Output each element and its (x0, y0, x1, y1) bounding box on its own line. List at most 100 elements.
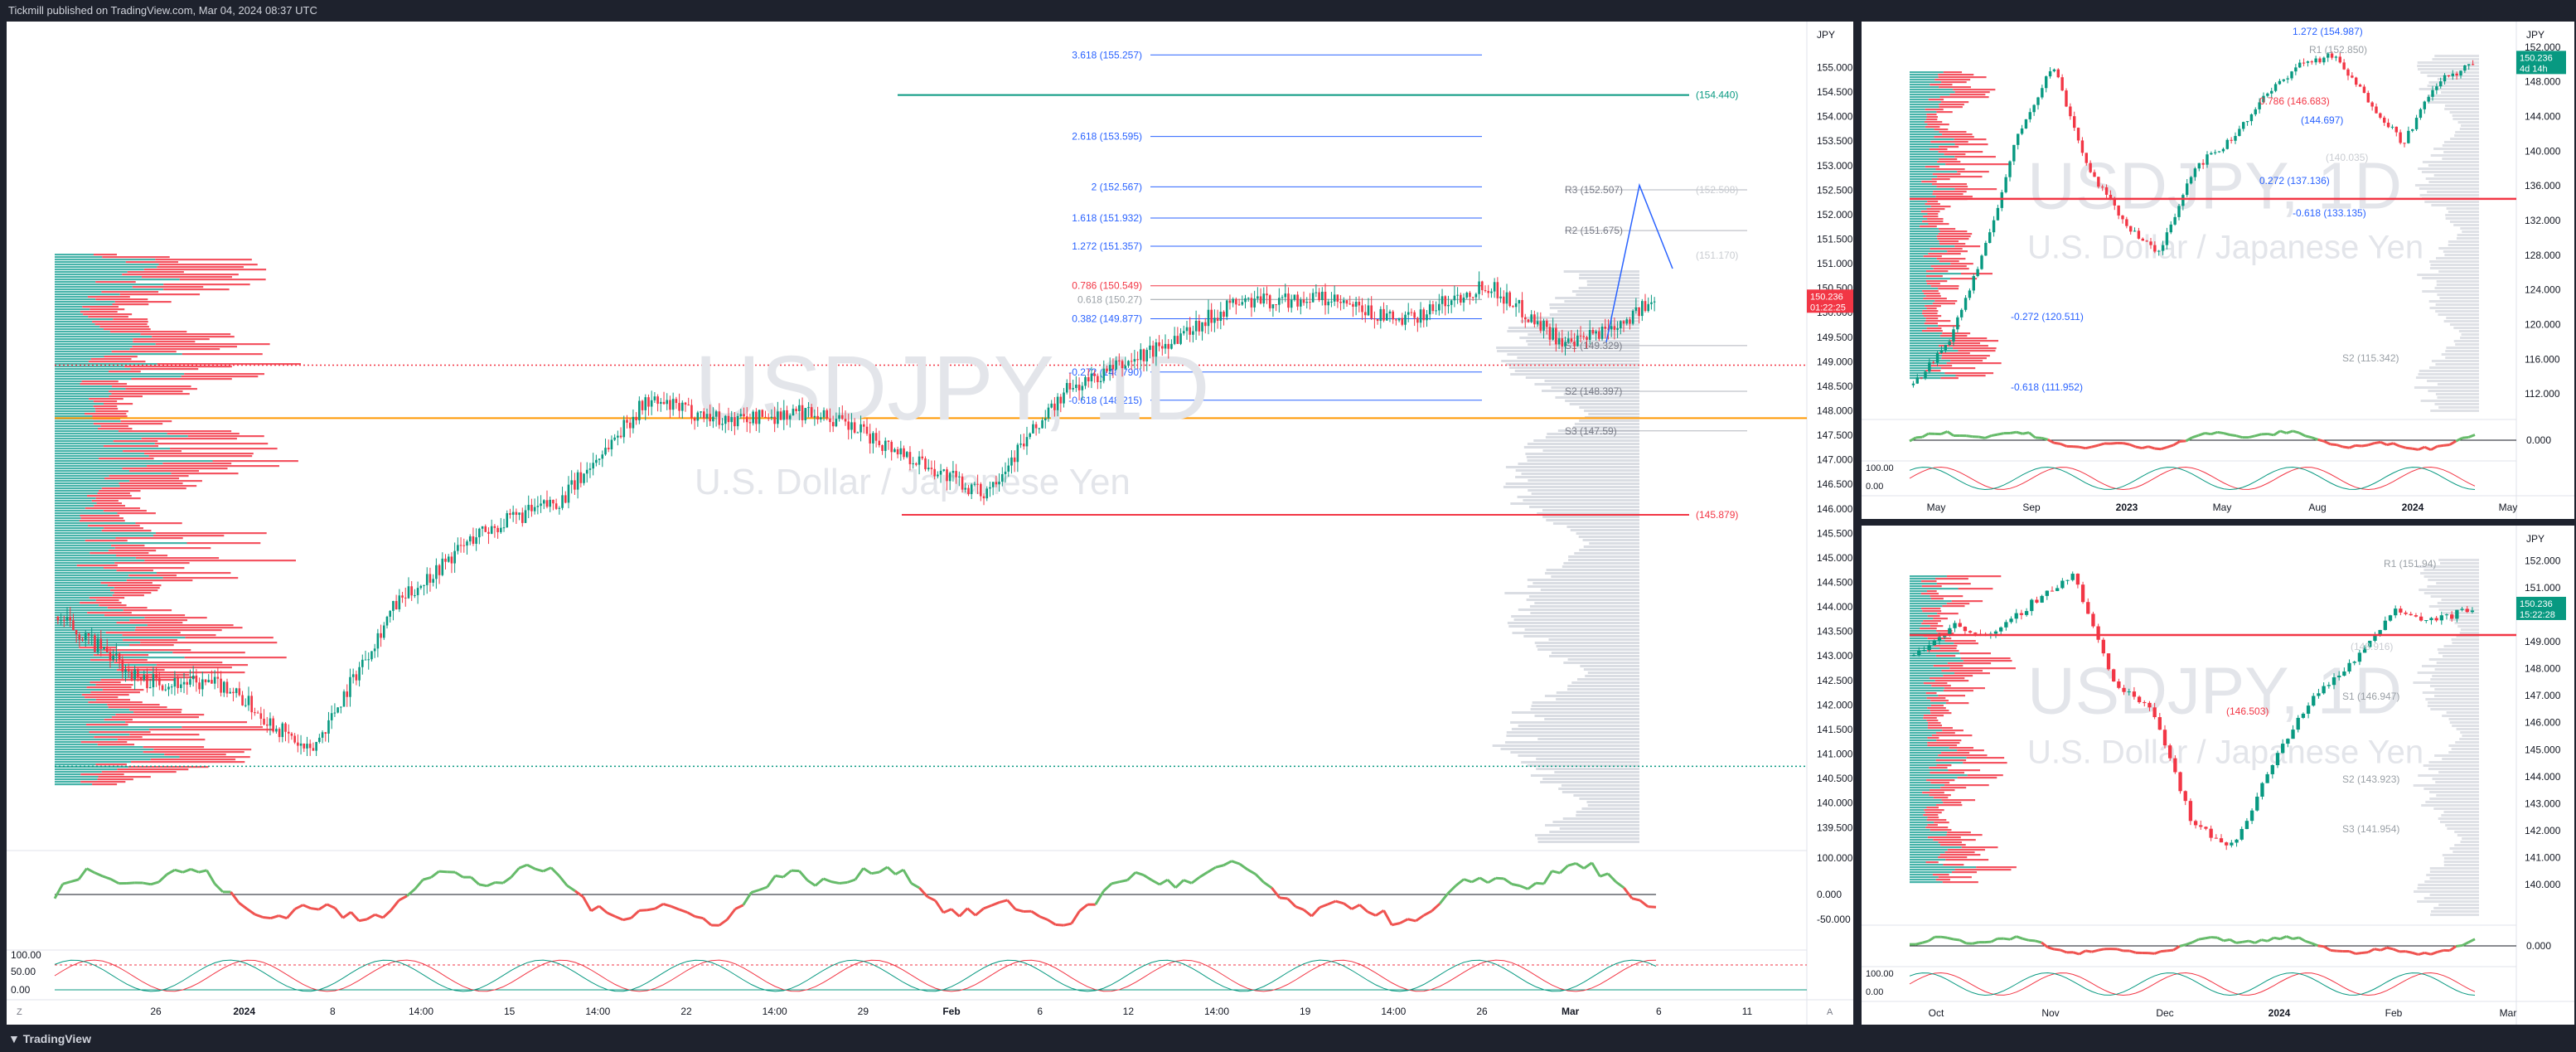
daily-vp-bar (1910, 677, 1930, 680)
daily-right-vp-bar (2425, 801, 2479, 803)
weekly-x-tick: May (2499, 502, 2518, 513)
main-right-vp-bar (1533, 439, 1639, 442)
weekly-vp-bar (1941, 357, 1987, 360)
main-right-vp-bar (1537, 648, 1639, 651)
main-osc-seg (262, 915, 271, 920)
daily-chart-panel[interactable]: JPY152.000151.000150.000149.000148.00014… (1862, 526, 2574, 1025)
daily-vp-bar (1930, 705, 1944, 707)
main-candle (346, 691, 349, 697)
main-vp-bar (144, 560, 296, 562)
weekly-candle (2435, 86, 2438, 90)
daily-right-vp-bar (2459, 632, 2479, 634)
weekly-candle (2414, 118, 2419, 129)
weekly-vp-bar (1950, 360, 1983, 362)
main-right-vp-bar (1540, 589, 1639, 591)
daily-right-vp-bar (2460, 731, 2479, 734)
main-vp-bar (96, 502, 122, 505)
daily-chart-svg[interactable]: JPY152.000151.000150.000149.000148.00014… (1862, 526, 2574, 1025)
daily-vp-bar (1947, 849, 1986, 851)
main-osc-seg (894, 868, 904, 875)
weekly-vp-bar (1910, 206, 1931, 208)
main-right-vp-bar (1512, 632, 1639, 634)
weekly-candle (2036, 97, 2040, 105)
main-vp-bar (55, 512, 118, 515)
main-vp-bar (104, 719, 133, 721)
weekly-chart-svg[interactable]: JPY152.000148.000144.000140.000136.00013… (1862, 22, 2574, 519)
main-right-vp-bar (1579, 274, 1639, 276)
main-candle (1431, 304, 1435, 312)
main-vp-bar (103, 328, 151, 331)
daily-right-vp-bar (2443, 811, 2479, 813)
daily-vp-bar (1923, 715, 1944, 717)
weekly-right-vp-bar (2442, 158, 2479, 160)
weekly-right-vp-bar (2430, 154, 2479, 157)
weekly-osc-seg (2423, 445, 2432, 451)
main-vp-bar (55, 385, 113, 388)
daily-right-vp-bar (2429, 877, 2479, 880)
daily-vp-bar (1910, 672, 1955, 675)
main-vp-bar (55, 567, 104, 570)
weekly-candle (2020, 128, 2024, 134)
main-chart-svg[interactable]: JPY155.000154.500154.000153.500153.00015… (7, 22, 1853, 1025)
main-right-vp-bar (1589, 542, 1639, 545)
main-candle (874, 433, 878, 441)
main-vp-bar (55, 607, 108, 609)
main-candle (158, 678, 161, 686)
main-vp-bar (182, 726, 264, 729)
daily-right-vp-bar (2446, 711, 2479, 714)
daily-vp-bar (1910, 844, 1941, 846)
main-chart-panel[interactable]: JPY 155.000 154.500 154.000 153.500 153.000 15… (7, 22, 1853, 1025)
main-osc-seg (1463, 878, 1473, 884)
weekly-candle (2379, 113, 2382, 118)
weekly-osc-seg (2323, 439, 2331, 446)
weekly-right-vp-bar (2427, 85, 2479, 87)
main-vp-bar (102, 689, 144, 691)
daily-vp-bar (1944, 784, 1989, 787)
daily-vp-bar (1923, 814, 1939, 817)
weekly-osc-seg (2028, 431, 2036, 439)
main-vp-bar (55, 599, 96, 602)
daily-osc-seg (2418, 951, 2425, 956)
main-candle (588, 468, 592, 470)
daily-vp-bar (1910, 747, 1949, 749)
main-candle (462, 545, 466, 546)
daily-x-tick: Nov (2041, 1007, 2059, 1019)
daily-vp-bar (1926, 590, 1937, 593)
main-vp-bar (153, 749, 252, 751)
main-vp-bar (55, 408, 95, 410)
main-candle (182, 681, 186, 685)
main-candle (1512, 306, 1514, 308)
weekly-y-tick: 128.000 (2525, 250, 2561, 261)
daily-vp-bar (1910, 879, 1936, 881)
main-vp-bar (55, 706, 109, 709)
main-vp-bar (55, 463, 163, 465)
weekly-right-vp-bar (2437, 396, 2479, 399)
main-fib-label: 1.272 (151.357) (1072, 240, 1142, 252)
weekly-vp-bar (1954, 143, 1988, 146)
main-candle (1604, 326, 1607, 329)
main-candle (1505, 292, 1508, 304)
daily-vp-bar (1949, 747, 1974, 749)
main-right-vp-bar (1530, 708, 1639, 710)
weekly-candle (2273, 84, 2278, 91)
weekly-osc-seg (2160, 445, 2168, 451)
weekly-vp-bar (1910, 315, 1924, 318)
main-candle (810, 407, 813, 418)
main-vp-bar (119, 485, 197, 487)
main-right-vp-bar (1515, 469, 1639, 472)
weekly-candle (2431, 90, 2434, 97)
main-candle (90, 635, 93, 637)
weekly-vp-bar (1925, 109, 1944, 111)
weekly-chart-panel[interactable]: JPY 152.000 148.000 144.000 140.000 136.000 13… (1862, 22, 2574, 519)
main-vp-bar (95, 599, 119, 602)
weekly-vp-bar (1926, 208, 1945, 211)
daily-right-vp-bar (2438, 904, 2479, 906)
main-vp-bar (130, 368, 199, 371)
daily-vp-bar (1935, 759, 1967, 762)
daily-y-tick: 146.000 (2525, 717, 2561, 729)
main-vp-bar (93, 423, 163, 425)
main-vp-bar (55, 686, 87, 689)
weekly-right-vp-bar (2429, 267, 2479, 269)
daily-candle (2055, 588, 2060, 591)
main-vp-bar (55, 694, 82, 696)
